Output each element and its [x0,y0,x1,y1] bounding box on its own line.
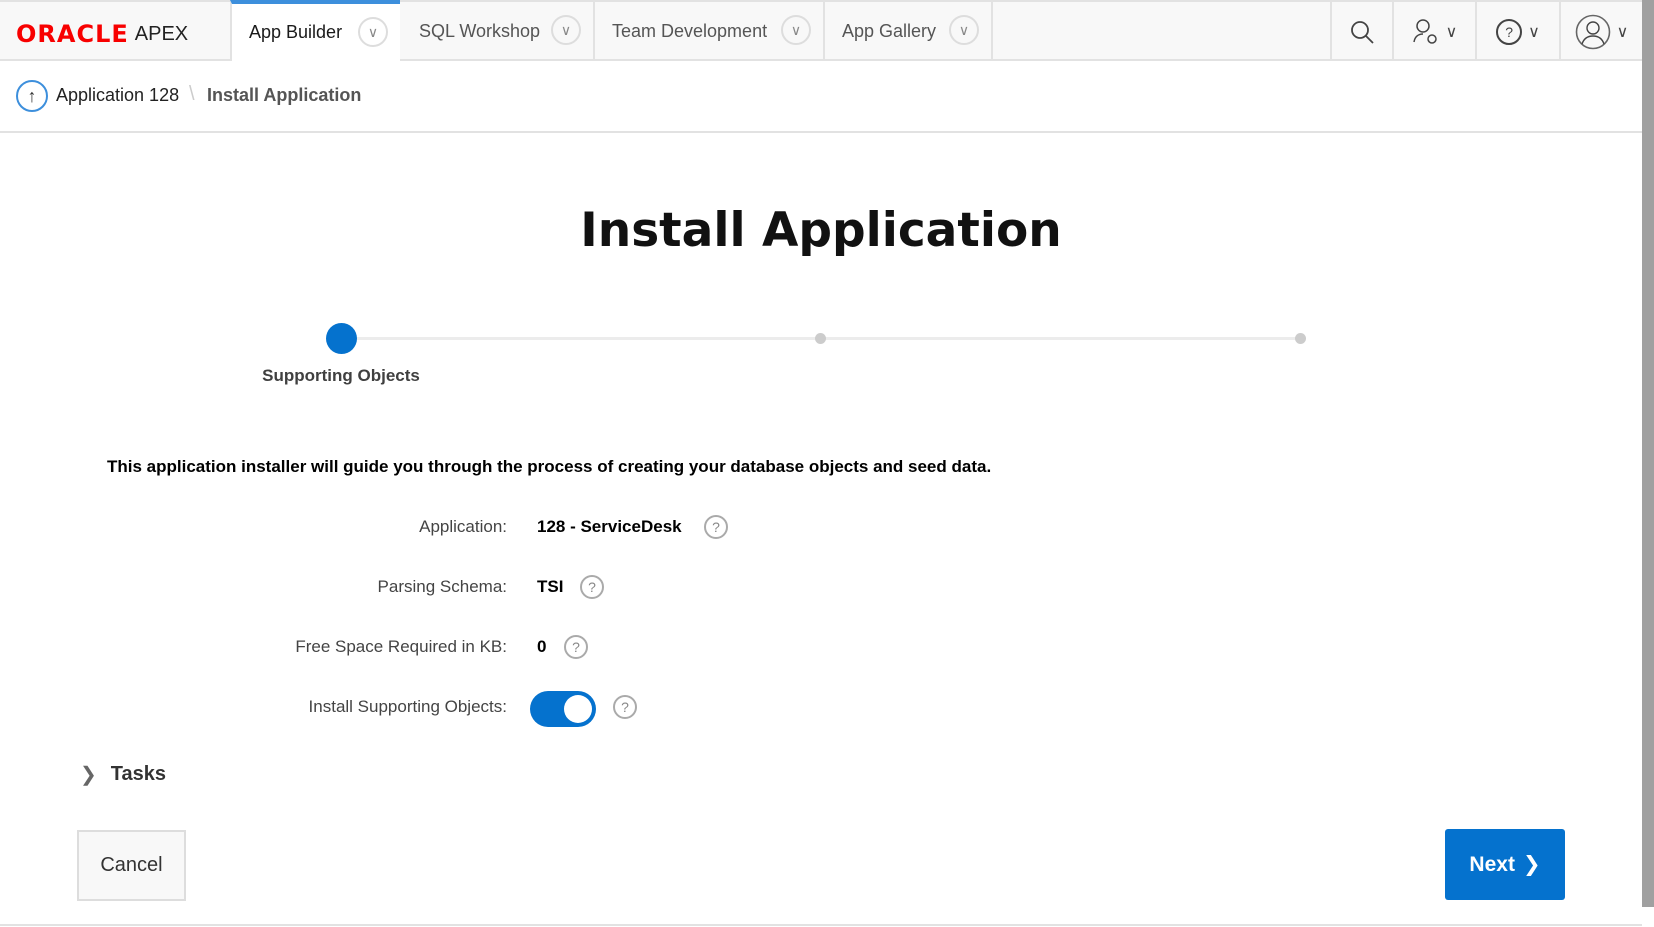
chevron-down-icon[interactable]: ∨ [551,15,581,45]
logo-apex: APEX [134,22,189,45]
help-icon[interactable]: ? [564,635,588,659]
tab-label: App Gallery [842,21,937,41]
chevron-down-icon[interactable]: ∨ [358,17,388,47]
tab-sql-workshop[interactable]: SQL Workshop ∨ [402,2,595,61]
page-title: Install Application [580,203,1062,258]
chevron-right-icon: ❯ [80,764,97,786]
help-menu-button[interactable]: ? ∨ [1475,2,1559,61]
chevron-down-icon: ∨ [1528,23,1540,41]
avatar-icon [1575,14,1610,49]
tasks-label: Tasks [110,763,166,785]
install-supporting-objects-label: Install Supporting Objects: [308,697,507,716]
intro-text: This application installer will guide yo… [107,457,992,476]
chevron-down-icon: ∨ [1616,23,1629,41]
free-space-value: 0 [537,637,547,656]
tab-label: App Builder [249,22,343,42]
admin-menu-button[interactable]: ∨ [1392,2,1475,61]
user-menu-button[interactable]: ∨ [1559,2,1642,61]
next-button[interactable]: Next ❯ [1445,829,1565,900]
install-supporting-objects-toggle[interactable] [530,691,596,727]
free-space-label: Free Space Required in KB: [295,637,507,656]
arrow-up-icon[interactable]: ↑ [16,80,48,112]
logo-oracle: ORACLE [16,20,129,48]
user-wrench-icon [1412,18,1437,44]
parsing-schema-value: TSI [537,577,564,596]
tab-team-development[interactable]: Team Development ∨ [595,2,825,61]
parsing-schema-label: Parsing Schema: [377,577,507,596]
toggle-knob [564,695,592,723]
wizard-step [815,333,826,344]
cancel-button[interactable]: Cancel [77,830,186,901]
breadcrumb-separator: \ [189,83,195,105]
breadcrumb-parent-link[interactable]: Application 128 [56,85,179,106]
divider [0,924,1642,926]
chevron-down-icon: ∨ [1445,23,1458,41]
tab-app-builder[interactable]: App Builder ∨ [230,0,400,61]
wizard-step-label: Supporting Objects [262,366,420,385]
help-icon: ? [1496,18,1523,45]
help-icon[interactable]: ? [704,515,728,539]
tab-label: SQL Workshop [419,21,541,41]
chevron-down-icon[interactable]: ∨ [949,15,979,45]
search-button[interactable] [1330,2,1392,61]
top-nav: ORACLE APEX App Builder ∨ SQL Workshop ∨ T… [0,0,1642,61]
application-label: Application: [419,517,507,536]
tab-app-gallery[interactable]: App Gallery ∨ [825,2,993,61]
breadcrumb: ↑ Application 128 \ Install Application [0,61,1642,133]
tasks-expander[interactable]: ❯ Tasks [80,762,166,787]
chevron-right-icon: ❯ [1522,853,1541,876]
oracle-apex-logo[interactable]: ORACLE APEX [16,20,188,48]
wizard-step [1295,333,1306,344]
tab-label: Team Development [612,21,768,41]
breadcrumb-current: Install Application [207,85,362,105]
wizard-step-current [326,323,357,354]
help-icon[interactable]: ? [613,695,637,719]
chevron-down-icon[interactable]: ∨ [781,15,811,45]
scrollbar[interactable] [1642,0,1654,907]
next-label: Next [1469,852,1515,876]
help-icon[interactable]: ? [580,575,604,599]
application-value: 128 - ServiceDesk [537,517,682,536]
search-icon [1351,20,1374,44]
